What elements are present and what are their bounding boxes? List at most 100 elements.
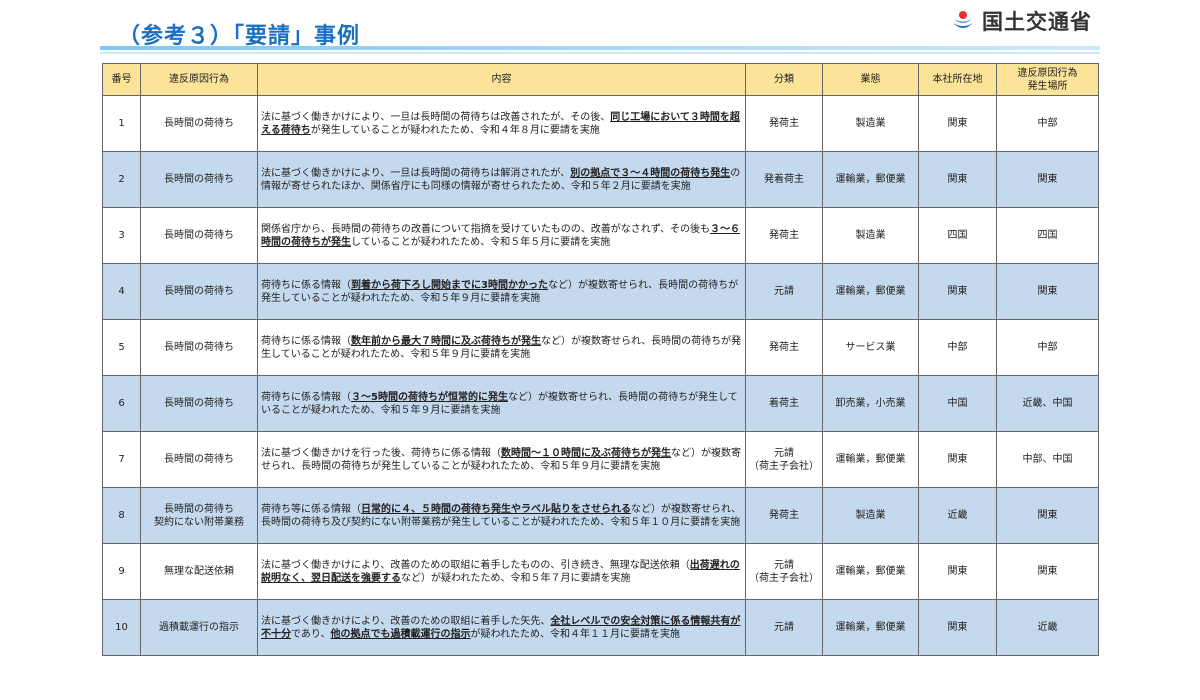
title-underline-thin: [100, 52, 1100, 54]
cell-business-type: 製造業: [822, 95, 919, 152]
content-text: 関係省庁から、長時間の荷待ちの改善について指摘を受けていたものの、改善がなされず…: [261, 223, 710, 235]
cell-location: 関東: [996, 151, 1099, 208]
mlit-logo: 国土交通省: [950, 6, 1092, 36]
cell-content: 法に基づく働きかけにより、改善のための取組に着手した矢先、全社レベルでの安全対策…: [257, 599, 746, 656]
content-text: 法に基づく働きかけにより、改善のための取組に着手した矢先、: [261, 615, 551, 627]
cell-category: 発荷主: [745, 487, 823, 544]
content-text: 荷待ちに係る情報（: [261, 335, 351, 347]
cell-business-type: 製造業: [822, 487, 919, 544]
table-row: 10 過積載運行の指示 法に基づく働きかけにより、改善のための取組に着手した矢先、全…: [102, 599, 1099, 656]
cell-content: 荷待ちに係る情報（数年前から最大７時間に及ぶ荷待ちが発生など）が複数寄せられ、長…: [257, 319, 746, 376]
cell-violation: 長時間の荷待ち: [140, 263, 258, 320]
cell-location: 関東: [996, 487, 1099, 544]
column-header: 内容: [257, 63, 746, 96]
cell-number: 10: [102, 599, 141, 656]
cell-location: 関東: [996, 543, 1099, 600]
cell-number: 9: [102, 543, 141, 600]
cell-content: 法に基づく働きかけにより、一旦は長時間の荷待ちは解消されたが、別の拠点で３～４時…: [257, 151, 746, 208]
content-text: 荷待ち等に係る情報（: [261, 503, 361, 515]
table-row: 9 無理な配送依頼 法に基づく働きかけにより、改善のための取組に着手したものの、引き…: [102, 543, 1099, 600]
cell-number: 7: [102, 431, 141, 488]
cell-business-type: 運輸業，郵便業: [822, 599, 919, 656]
table-row: 8 長時間の荷待ち 契約にない附帯業務 荷待ち等に係る情報（日常的に４、５時間の荷待…: [102, 487, 1099, 544]
emphasized-text: 数年前から最大７時間に及ぶ荷待ちが発生: [351, 335, 541, 347]
cell-content: 荷待ちに係る情報（到着から荷下ろし開始までに3時間かかったなど）が複数寄せられ、…: [257, 263, 746, 320]
mlit-emblem-icon: [951, 9, 975, 33]
cell-business-type: 運輸業，郵便業: [822, 431, 919, 488]
emphasized-text: 日常的に４、５時間の荷待ち発生やラベル貼りをさせられる: [361, 503, 631, 515]
cell-violation: 長時間の荷待ち: [140, 375, 258, 432]
column-header: 違反原因行為 発生場所: [996, 63, 1099, 96]
cell-number: 2: [102, 151, 141, 208]
cell-location: 中部: [996, 319, 1099, 376]
column-header: 分類: [745, 63, 823, 96]
cell-headquarters: 関東: [918, 151, 997, 208]
cell-content: 法に基づく働きかけにより、一旦は長時間の荷待ちは改善されたが、その後、同じ工場に…: [257, 95, 746, 152]
cell-category: 元請 （荷主子会社）: [745, 543, 823, 600]
cell-number: 1: [102, 95, 141, 152]
content-text: していることが疑われたため、令和５年５月に要請を実施: [351, 236, 611, 248]
cell-number: 8: [102, 487, 141, 544]
cell-content: 法に基づく働きかけにより、改善のための取組に着手したものの、引き続き、無理な配送…: [257, 543, 746, 600]
cell-business-type: 製造業: [822, 207, 919, 264]
cell-location: 近畿: [996, 599, 1099, 656]
request-cases-table: 番号 違反原因行為 内容 分類 業態 本社所在地 違反原因行為 発生場所 1 長時…: [102, 63, 1099, 656]
cell-violation: 長時間の荷待ち: [140, 431, 258, 488]
cell-headquarters: 関東: [918, 263, 997, 320]
cell-number: 6: [102, 375, 141, 432]
cell-location: 中部、中国: [996, 431, 1099, 488]
title-underline: [100, 46, 1100, 50]
cell-category: 着荷主: [745, 375, 823, 432]
cell-category: 元請: [745, 263, 823, 320]
cell-category: 発荷主: [745, 95, 823, 152]
cell-headquarters: 中国: [918, 375, 997, 432]
page-header: （参考３）「要請」事例 国土交通省: [100, 0, 1100, 62]
emphasized-text: 他の拠点でも過積載運行の指示: [330, 628, 471, 640]
cell-headquarters: 中部: [918, 319, 997, 376]
cell-location: 中部: [996, 95, 1099, 152]
content-text: 荷待ちに係る情報（: [261, 391, 351, 403]
cell-category: 発荷主: [745, 207, 823, 264]
emphasized-text: 数時間～１０時間に及ぶ荷待ちが発生: [501, 447, 671, 459]
cell-business-type: 運輸業，郵便業: [822, 543, 919, 600]
cell-category: 元請 （荷主子会社）: [745, 431, 823, 488]
cell-number: 4: [102, 263, 141, 320]
cell-location: 近畿、中国: [996, 375, 1099, 432]
cell-violation: 長時間の荷待ち: [140, 151, 258, 208]
cell-business-type: 運輸業，郵便業: [822, 263, 919, 320]
cell-violation: 無理な配送依頼: [140, 543, 258, 600]
cell-number: 5: [102, 319, 141, 376]
table-row: 2 長時間の荷待ち 法に基づく働きかけにより、一旦は長時間の荷待ちは解消されたが、別…: [102, 151, 1099, 208]
emphasized-text: 到着から荷下ろし開始までに3時間かかった: [351, 279, 548, 291]
cell-headquarters: 関東: [918, 431, 997, 488]
column-header: 違反原因行為: [140, 63, 258, 96]
table-row: 4 長時間の荷待ち 荷待ちに係る情報（到着から荷下ろし開始までに3時間かかったなど）…: [102, 263, 1099, 320]
cell-headquarters: 関東: [918, 599, 997, 656]
cell-content: 荷待ちに係る情報（３～5時間の荷待ちが恒常的に発生など）が複数寄せられ、長時間の…: [257, 375, 746, 432]
table-row: 5 長時間の荷待ち 荷待ちに係る情報（数年前から最大７時間に及ぶ荷待ちが発生など）が…: [102, 319, 1099, 376]
content-text: など）が疑われたため、令和５年７月に要請を実施: [401, 572, 631, 584]
cell-category: 発着荷主: [745, 151, 823, 208]
cell-headquarters: 関東: [918, 95, 997, 152]
logo-text: 国土交通省: [982, 10, 1092, 34]
cell-business-type: 運輸業，郵便業: [822, 151, 919, 208]
cell-content: 関係省庁から、長時間の荷待ちの改善について指摘を受けていたものの、改善がなされず…: [257, 207, 746, 264]
cell-headquarters: 四国: [918, 207, 997, 264]
column-header: 業態: [822, 63, 919, 96]
cell-content: 法に基づく働きかけを行った後、荷待ちに係る情報（数時間～１０時間に及ぶ荷待ちが発…: [257, 431, 746, 488]
cell-violation: 長時間の荷待ち: [140, 95, 258, 152]
content-text: であり、: [291, 628, 331, 640]
table-row: 1 長時間の荷待ち 法に基づく働きかけにより、一旦は長時間の荷待ちは改善されたが、そ…: [102, 95, 1099, 152]
table-row: 3 長時間の荷待ち 関係省庁から、長時間の荷待ちの改善について指摘を受けていたものの…: [102, 207, 1099, 264]
cell-headquarters: 近畿: [918, 487, 997, 544]
content-text: 法に基づく働きかけにより、一旦は長時間の荷待ちは改善されたが、その後、: [261, 111, 611, 123]
cell-category: 発荷主: [745, 319, 823, 376]
cell-category: 元請: [745, 599, 823, 656]
cell-business-type: 卸売業，小売業: [822, 375, 919, 432]
table-row: 7 長時間の荷待ち 法に基づく働きかけを行った後、荷待ちに係る情報（数時間～１０時間…: [102, 431, 1099, 488]
content-text: 法に基づく働きかけを行った後、荷待ちに係る情報（: [261, 447, 501, 459]
content-text: 法に基づく働きかけにより、改善のための取組に着手したものの、引き続き、無理な配送…: [261, 559, 690, 571]
table-row: 6 長時間の荷待ち 荷待ちに係る情報（３～5時間の荷待ちが恒常的に発生など）が複数寄…: [102, 375, 1099, 432]
cell-violation: 過積載運行の指示: [140, 599, 258, 656]
content-text: 荷待ちに係る情報（: [261, 279, 351, 291]
